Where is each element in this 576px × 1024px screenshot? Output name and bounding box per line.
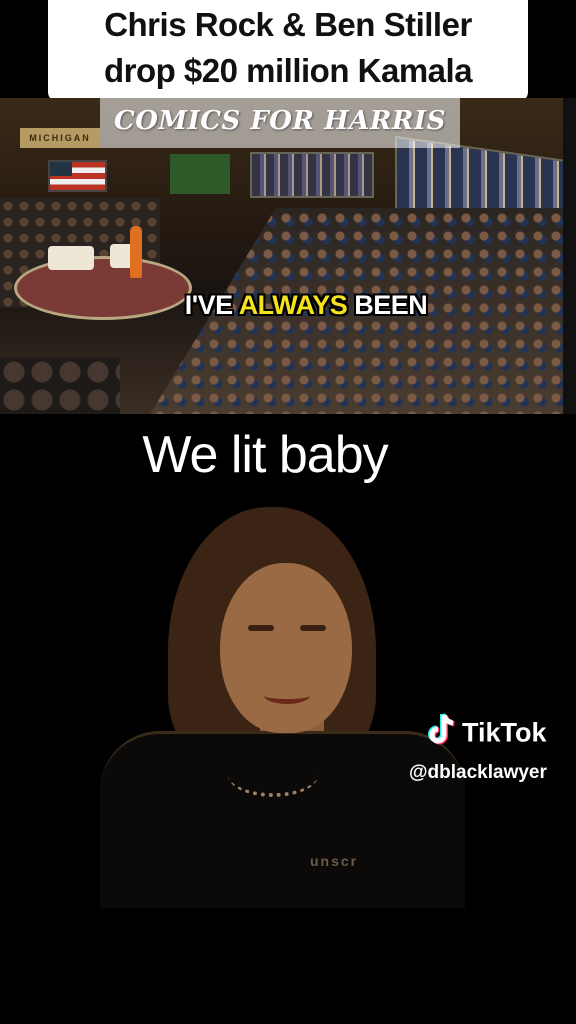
headline-line-2: drop $20 million Kamala: [103, 52, 473, 89]
host-figure: [130, 226, 142, 278]
tiktok-logo-icon: [428, 713, 456, 747]
video-caption: I'VE ALWAYS BEEN: [0, 290, 563, 321]
reaction-sticker: unscr: [100, 505, 465, 908]
smile: [264, 687, 310, 704]
stage-greenery: [170, 154, 230, 194]
overlay-label: COMICS FOR HARRIS: [114, 106, 446, 136]
caption-word-2: ALWAYS: [238, 290, 348, 320]
stage-banner: MICHIGAN: [20, 128, 100, 148]
right-eye: [300, 625, 326, 631]
video-frame[interactable]: MICHIGAN COMICS FOR HARRIS I'VE ALWAYS B…: [0, 98, 563, 414]
tiktok-watermark: TikTok: [428, 713, 547, 750]
virtual-audience-screen: [250, 152, 374, 198]
meme-caption: We lit baby: [142, 426, 388, 484]
tiktok-brand: TikTok: [462, 717, 547, 748]
headline-card: Chris Rock & Ben Stiller drop $20 millio…: [48, 0, 528, 102]
left-eye: [248, 625, 274, 631]
stage-couch: [48, 246, 94, 270]
frame-edge: [563, 98, 576, 414]
flag-screen: [48, 160, 107, 192]
sticker-pin-text: unscr: [310, 853, 359, 869]
sticker-face: [220, 563, 352, 733]
caption-word-3: BEEN: [354, 290, 428, 320]
creator-handle[interactable]: @dblacklawyer: [409, 762, 547, 784]
audience-front: [0, 358, 120, 414]
sticker-necklace: [228, 753, 318, 797]
caption-word-1: I'VE: [184, 290, 233, 320]
headline-line-1: Chris Rock & Ben Stiller: [104, 6, 472, 43]
